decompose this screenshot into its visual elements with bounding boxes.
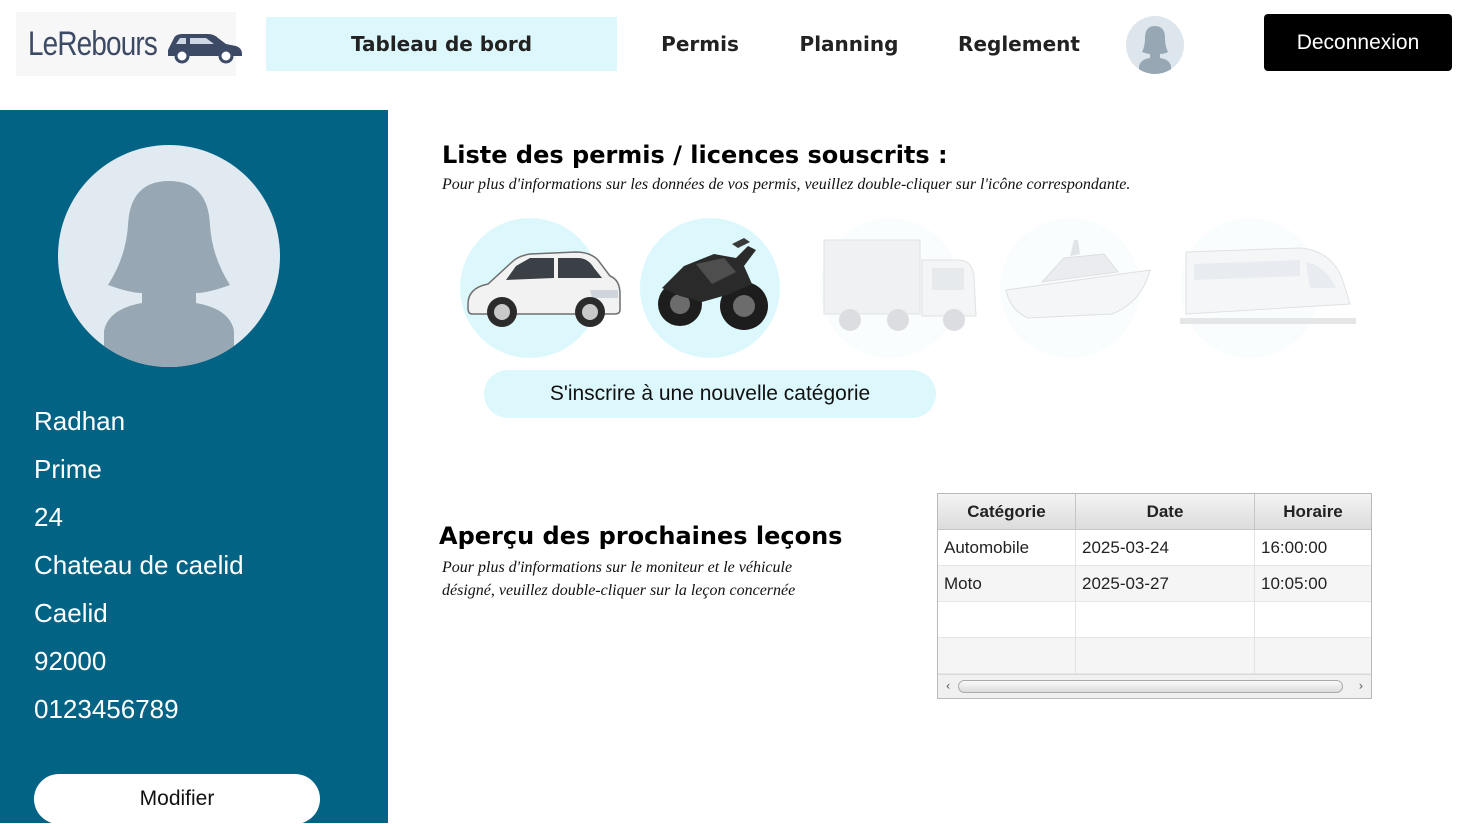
column-header-category[interactable]: Catégorie [938,494,1076,530]
profile-last-name: Prime [34,454,102,484]
licenses-description: Pour plus d'informations sur les données… [442,176,1131,193]
cell-date [1076,602,1255,638]
license-train[interactable] [1180,218,1356,358]
profile-postal-code: 92000 [34,646,107,676]
edit-profile-button[interactable]: Modifier [34,774,320,824]
table-body: Automobile 2025-03-24 16:00:00 Moto 2025… [938,530,1371,674]
scroll-right-icon[interactable]: › [1353,678,1369,694]
app-logo: LeRebours [16,12,242,76]
horizontal-scrollbar[interactable]: ‹ › [938,674,1371,698]
logo-text: LeRebours [28,24,158,63]
table-row [938,602,1371,638]
new-category-button[interactable]: S'inscrire à une nouvelle catégorie [484,370,936,418]
license-boat[interactable] [1000,218,1151,358]
cell-time [1255,638,1371,674]
car-logo-icon [168,34,242,64]
license-truck[interactable] [820,218,977,358]
table-row[interactable]: Automobile 2025-03-24 16:00:00 [938,530,1371,566]
table-row[interactable]: Moto 2025-03-27 10:05:00 [938,566,1371,602]
lessons-title: Aperçu des prochaines leçons [439,522,843,550]
cell-time: 10:05:00 [1261,574,1328,593]
cell-category [938,638,1076,674]
cell-category: Automobile [938,530,1076,566]
cell-time: 16:00:00 [1261,538,1328,557]
cell-category: Moto [938,566,1076,602]
cell-date: 2025-03-27 [1076,566,1255,602]
cell-time [1255,602,1371,638]
nav-tab-reglement[interactable]: Reglement [950,17,1088,71]
user-avatar-icon[interactable] [1126,16,1184,74]
license-car[interactable] [460,218,621,358]
license-motorcycle[interactable] [640,218,780,358]
cell-date [1076,638,1255,674]
column-header-time[interactable]: Horaire [1255,494,1371,530]
profile-avatar-icon [58,145,280,367]
profile-phone: 0123456789 [34,694,179,724]
profile-age: 24 [34,502,63,532]
profile-sidebar: Radhan Prime 24 Chateau de caelid Caelid… [0,110,388,824]
licenses-title: Liste des permis / licences souscrits : [442,141,948,169]
nav-tab-planning[interactable]: Planning [790,17,908,71]
profile-first-name: Radhan [34,406,126,436]
cell-category [938,602,1076,638]
train-icon [1180,247,1356,324]
scroll-left-icon[interactable]: ‹ [940,678,956,694]
nav-tab-permis[interactable]: Permis [650,17,750,71]
nav-tab-dashboard[interactable]: Tableau de bord [266,17,617,71]
car-icon [467,251,621,327]
lessons-description: Pour plus d'informations sur le moniteur… [442,559,796,599]
table-row [938,638,1371,674]
profile-address: Chateau de caelid [34,550,244,580]
lessons-table[interactable]: Catégorie Date Horaire Automobile 2025-0… [937,493,1372,699]
scrollbar-thumb[interactable] [958,680,1343,693]
motorcycle-icon [658,238,768,330]
boat-icon [1005,240,1151,319]
truck-icon [823,239,977,331]
column-header-date[interactable]: Date [1076,494,1255,530]
cell-date: 2025-03-24 [1076,530,1255,566]
table-header: Catégorie Date Horaire [938,494,1371,530]
profile-city: Caelid [34,598,108,628]
logout-button[interactable]: Deconnexion [1264,14,1452,71]
